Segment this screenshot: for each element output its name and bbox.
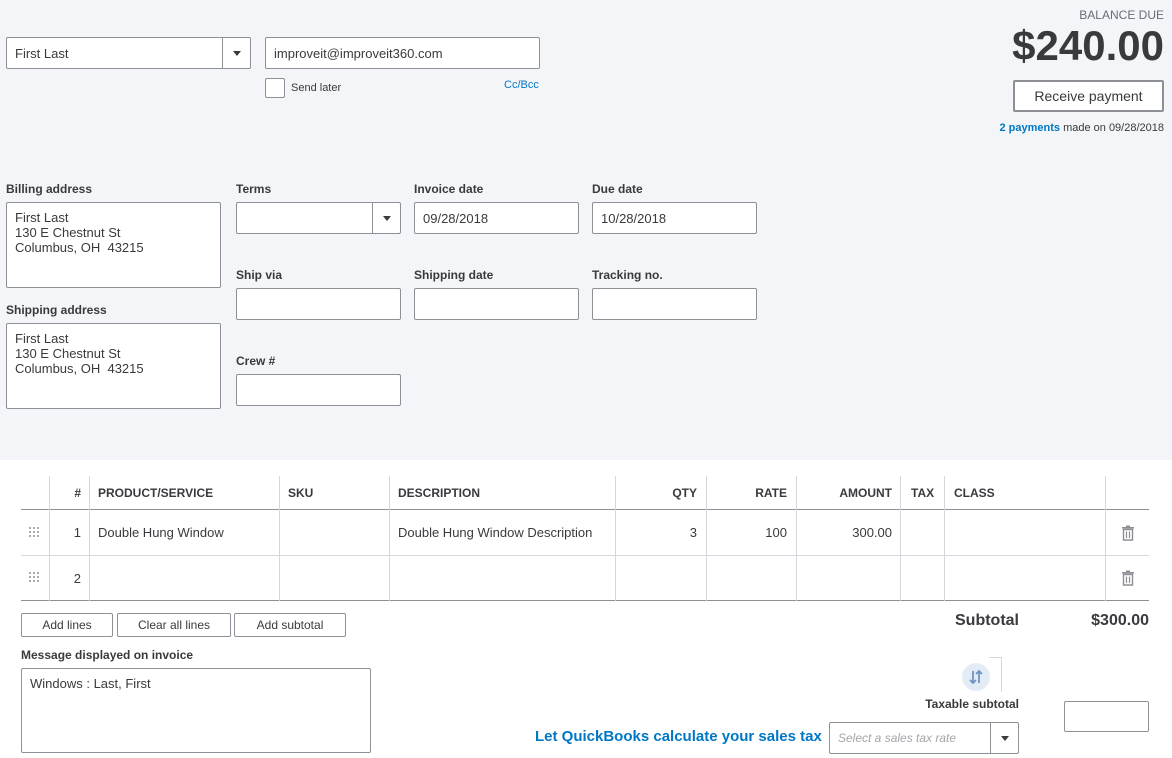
table-bottom-rule xyxy=(21,600,1149,601)
sort-toggle-icon[interactable] xyxy=(962,663,990,691)
due-date-label: Due date xyxy=(592,182,643,196)
row-product[interactable]: Double Hung Window xyxy=(98,510,224,555)
header-description[interactable]: DESCRIPTION xyxy=(398,476,480,510)
billing-address-label: Billing address xyxy=(6,182,93,196)
row-rate[interactable] xyxy=(707,556,787,600)
crew-field[interactable] xyxy=(236,374,401,406)
sales-tax-rate-select[interactable]: Select a sales tax rate xyxy=(829,722,1019,754)
drag-handle-icon[interactable] xyxy=(29,527,39,539)
message-field[interactable]: Windows : Last, First xyxy=(21,668,371,753)
row-qty[interactable]: 3 xyxy=(616,510,697,555)
send-later-checkbox[interactable] xyxy=(265,78,285,98)
column-divider xyxy=(1105,476,1106,601)
header-num: # xyxy=(74,486,81,500)
column-divider xyxy=(900,476,901,601)
payments-text: made on 09/28/2018 xyxy=(1063,122,1164,134)
email-value: improveit@improveit360.com xyxy=(274,45,443,61)
add-lines-button[interactable]: Add lines xyxy=(21,613,113,637)
divider xyxy=(1001,657,1002,692)
calculate-sales-tax-link[interactable]: Let QuickBooks calculate your sales tax xyxy=(535,728,822,745)
due-date-value: 10/28/2018 xyxy=(601,210,667,226)
trash-icon[interactable] xyxy=(1121,570,1135,586)
shipping-address-label: Shipping address xyxy=(6,303,107,317)
sales-tax-rate-placeholder: Select a sales tax rate xyxy=(838,731,957,745)
billing-line: Columbus, OH 43215 xyxy=(15,240,144,255)
receive-payment-button[interactable]: Receive payment xyxy=(1013,80,1164,112)
shipping-line: First Last xyxy=(15,331,69,346)
row-amount[interactable]: 300.00 xyxy=(797,510,892,555)
chevron-down-icon[interactable] xyxy=(222,38,250,68)
payments-link[interactable]: 2 payments xyxy=(999,122,1060,134)
crew-label: Crew # xyxy=(236,354,276,368)
shipping-line: Columbus, OH 43215 xyxy=(15,361,144,376)
header-product[interactable]: PRODUCT/SERVICE xyxy=(98,476,213,510)
column-divider xyxy=(89,476,90,601)
header-amount[interactable]: AMOUNT xyxy=(797,476,892,510)
header-sku[interactable]: SKU xyxy=(288,476,313,510)
invoice-date-value: 09/28/2018 xyxy=(423,210,489,226)
invoice-date-label: Invoice date xyxy=(414,182,484,196)
invoice-date-field[interactable]: 09/28/2018 xyxy=(414,202,579,234)
shipping-line: 130 E Chestnut St xyxy=(15,346,121,361)
add-subtotal-button[interactable]: Add subtotal xyxy=(234,613,346,637)
row-rate[interactable]: 100 xyxy=(707,510,787,555)
send-later-label: Send later xyxy=(291,82,342,94)
message-label: Message displayed on invoice xyxy=(21,648,194,662)
taxable-subtotal-label: Taxable subtotal xyxy=(925,697,1019,711)
shipping-date-label: Shipping date xyxy=(414,268,494,282)
column-divider xyxy=(279,476,280,601)
tracking-field[interactable] xyxy=(592,288,757,320)
terms-label: Terms xyxy=(236,182,272,196)
drag-handle-icon[interactable] xyxy=(29,572,39,584)
row-amount[interactable] xyxy=(797,556,892,600)
customer-select[interactable]: First Last xyxy=(6,37,251,69)
due-date-field[interactable]: 10/28/2018 xyxy=(592,202,757,234)
subtotal-label: Subtotal xyxy=(955,612,1019,629)
billing-line: First Last xyxy=(15,210,69,225)
column-divider xyxy=(389,476,390,601)
table-row-rule xyxy=(21,555,1149,556)
trash-icon[interactable] xyxy=(1121,525,1135,541)
subtotal-value: $300.00 xyxy=(1091,612,1149,629)
payments-summary: 2 payments made on 09/28/2018 xyxy=(900,122,1164,134)
message-value: Windows : Last, First xyxy=(30,676,151,691)
row-num: 1 xyxy=(73,525,81,540)
ship-via-label: Ship via xyxy=(236,268,283,282)
email-field[interactable]: improveit@improveit360.com xyxy=(265,37,540,69)
header-rate[interactable]: RATE xyxy=(707,476,787,510)
chevron-down-icon[interactable] xyxy=(372,203,400,233)
shipping-date-field[interactable] xyxy=(414,288,579,320)
header-class[interactable]: CLASS xyxy=(954,476,995,510)
chevron-down-icon[interactable] xyxy=(990,723,1018,753)
header-qty[interactable]: QTY xyxy=(616,476,697,510)
billing-line: 130 E Chestnut St xyxy=(15,225,121,240)
customer-name: First Last xyxy=(15,45,69,61)
row-qty[interactable] xyxy=(616,556,697,600)
shipping-address-field[interactable]: First Last 130 E Chestnut St Columbus, O… xyxy=(6,323,221,409)
tracking-label: Tracking no. xyxy=(592,268,663,282)
taxable-subtotal-field[interactable] xyxy=(1064,701,1149,732)
ship-via-field[interactable] xyxy=(236,288,401,320)
balance-due-amount: $240.00 xyxy=(1012,22,1164,69)
header-tax[interactable]: TAX xyxy=(911,476,934,510)
clear-all-lines-button[interactable]: Clear all lines xyxy=(117,613,231,637)
balance-due-label: BALANCE DUE xyxy=(1079,8,1164,22)
billing-address-field[interactable]: First Last 130 E Chestnut St Columbus, O… xyxy=(6,202,221,288)
terms-select[interactable] xyxy=(236,202,401,234)
cc-bcc-link[interactable]: Cc/Bcc xyxy=(504,79,539,91)
row-num: 2 xyxy=(73,570,81,586)
row-description[interactable]: Double Hung Window Description xyxy=(398,510,592,555)
column-divider xyxy=(944,476,945,601)
